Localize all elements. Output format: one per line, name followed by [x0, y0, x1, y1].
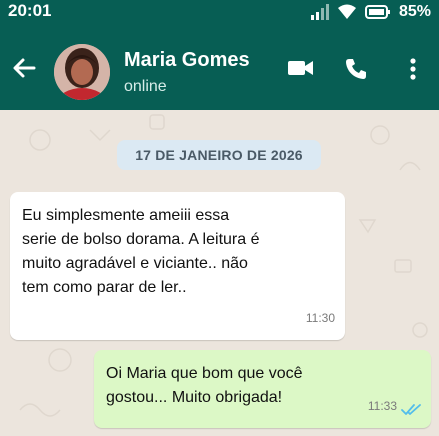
message-text: Eu simplesmente ameiii essa serie de bol…	[22, 207, 260, 296]
wifi-icon	[337, 4, 356, 19]
message-time: 11:33	[367, 399, 397, 413]
battery-percent: 85%	[398, 3, 431, 20]
contact-status: online	[124, 78, 167, 95]
chat-header: Maria Gomes online	[0, 24, 439, 110]
chat-area[interactable]: 17 DE JANEIRO DE 2026 Eu simplesmente am…	[0, 110, 439, 436]
video-call-icon[interactable]	[287, 58, 314, 78]
status-icons: 85%	[310, 2, 431, 22]
status-time: 20:01	[8, 1, 52, 20]
contact-name[interactable]: Maria Gomes	[124, 49, 250, 72]
message-time: 11:30	[305, 311, 335, 325]
battery-icon	[364, 5, 390, 19]
back-arrow-icon[interactable]	[10, 54, 38, 82]
voice-call-icon[interactable]	[344, 57, 368, 81]
read-receipt-icon	[401, 404, 421, 415]
avatar-image	[54, 44, 110, 100]
signal-icon	[310, 4, 329, 20]
more-options-icon[interactable]	[408, 58, 418, 80]
incoming-message[interactable]: Eu simplesmente ameiii essa serie de bol…	[10, 192, 345, 340]
status-bar: 20:01 85%	[0, 0, 439, 24]
message-text: Oi Maria que bom que você gostou... Muit…	[106, 365, 303, 406]
outgoing-message[interactable]: Oi Maria que bom que você gostou... Muit…	[94, 350, 431, 428]
avatar[interactable]	[54, 44, 110, 100]
date-chip: 17 DE JANEIRO DE 2026	[117, 140, 321, 170]
